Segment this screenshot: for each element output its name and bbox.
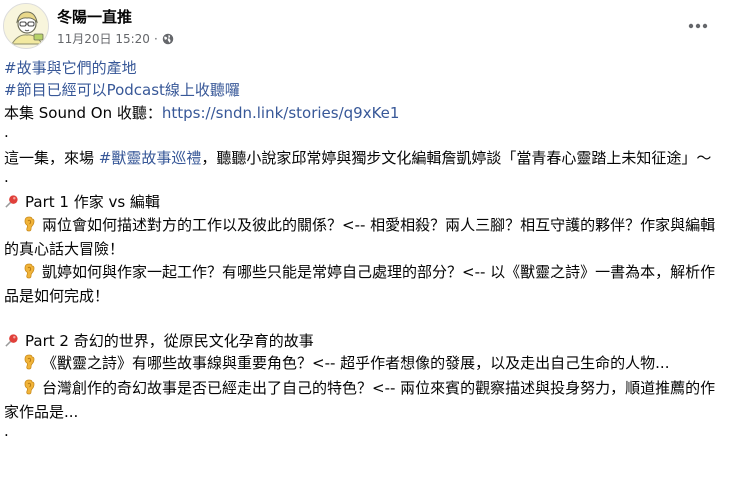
avatar-illustration bbox=[4, 4, 48, 48]
ear-icon bbox=[22, 263, 36, 285]
item-text: 凱婷如何與作家一起工作？有哪些只能是常婷自己處理的部分？<-- 以《獸靈之詩》一… bbox=[4, 262, 716, 305]
intro-paragraph: 這一集，來場 #獸靈故事巡禮，聽聽小說家邱常婷與獨步文化編輯詹凱婷談「當青春心靈… bbox=[4, 147, 724, 169]
dot-separator: . bbox=[4, 123, 9, 142]
ear-icon bbox=[22, 354, 36, 376]
page-avatar[interactable] bbox=[3, 3, 49, 49]
item-text: 台灣創作的奇幻故事是否已經走出了自己的特色？<-- 兩位來賓的觀察描述與投身努力… bbox=[4, 378, 716, 421]
page-name[interactable]: 冬陽一直推 bbox=[57, 6, 132, 27]
list-item: 凱婷如何與作家一起工作？有哪些只能是常婷自己處理的部分？<-- 以《獸靈之詩》一… bbox=[4, 261, 724, 308]
list-item: 台灣創作的奇幻故事是否已經走出了自己的特色？<-- 兩位來賓的觀察描述與投身努力… bbox=[4, 377, 724, 424]
post-timestamp[interactable]: 11月20日 15:20 bbox=[57, 30, 150, 47]
globe-icon[interactable] bbox=[162, 33, 174, 45]
pushpin-icon bbox=[4, 332, 19, 354]
meta-separator: · bbox=[153, 31, 158, 46]
podcast-link[interactable]: https://sndn.link/stories/q9xKe1 bbox=[162, 104, 400, 122]
dot-separator: . bbox=[4, 422, 9, 441]
ear-icon bbox=[22, 216, 36, 238]
more-horizontal-icon bbox=[688, 23, 708, 29]
hashtag-link[interactable]: #節目已經可以Podcast線上收聽囉 bbox=[4, 81, 240, 99]
dot-separator: . bbox=[4, 167, 9, 186]
list-item: 兩位會如何描述對方的工作以及彼此的關係？<-- 相愛相殺？兩人三腳？相互守護的夥… bbox=[4, 214, 724, 261]
more-options-button[interactable] bbox=[682, 12, 714, 40]
post-header: 冬陽一直推 11月20日 15:20 · bbox=[0, 0, 729, 56]
listen-prefix: 本集 Sound On 收聽： bbox=[4, 103, 162, 122]
post-meta: 11月20日 15:20 · bbox=[57, 30, 174, 47]
hashtag-line: #故事與它們的產地 bbox=[4, 57, 724, 79]
part1-heading: Part 1 作家 vs 編輯 bbox=[4, 191, 724, 213]
pushpin-icon bbox=[4, 193, 19, 215]
item-text: 兩位會如何描述對方的工作以及彼此的關係？<-- 相愛相殺？兩人三腳？相互守護的夥… bbox=[4, 215, 716, 259]
part2-title: Part 2 奇幻的世界，從原民文化孕育的故事 bbox=[25, 331, 314, 350]
ear-icon bbox=[22, 379, 36, 401]
part2-heading: Part 2 奇幻的世界，從原民文化孕育的故事 bbox=[4, 330, 724, 352]
part1-title: Part 1 作家 vs 編輯 bbox=[25, 193, 160, 212]
hashtag-link[interactable]: #獸靈故事巡禮 bbox=[99, 149, 202, 167]
hashtag-line: #節目已經可以Podcast線上收聽囉 bbox=[4, 79, 724, 101]
post-body: #故事與它們的產地 #節目已經可以Podcast線上收聽囉 本集 Sound O… bbox=[4, 57, 724, 446]
item-text: 《獸靈之詩》有哪些故事線與重要角色？<-- 超乎作者想像的發展，以及走出自己生命… bbox=[42, 354, 670, 373]
intro-text: 這一集，來場 bbox=[4, 148, 99, 167]
intro-text: ，聽聽小說家邱常婷與獨步文化編輯詹凱婷談「當青春心靈踏上未知征途」～ bbox=[201, 148, 712, 167]
listen-line: 本集 Sound On 收聽：https://sndn.link/stories… bbox=[4, 102, 724, 124]
list-item: 《獸靈之詩》有哪些故事線與重要角色？<-- 超乎作者想像的發展，以及走出自己生命… bbox=[4, 352, 724, 376]
hashtag-link[interactable]: #故事與它們的產地 bbox=[4, 59, 137, 77]
